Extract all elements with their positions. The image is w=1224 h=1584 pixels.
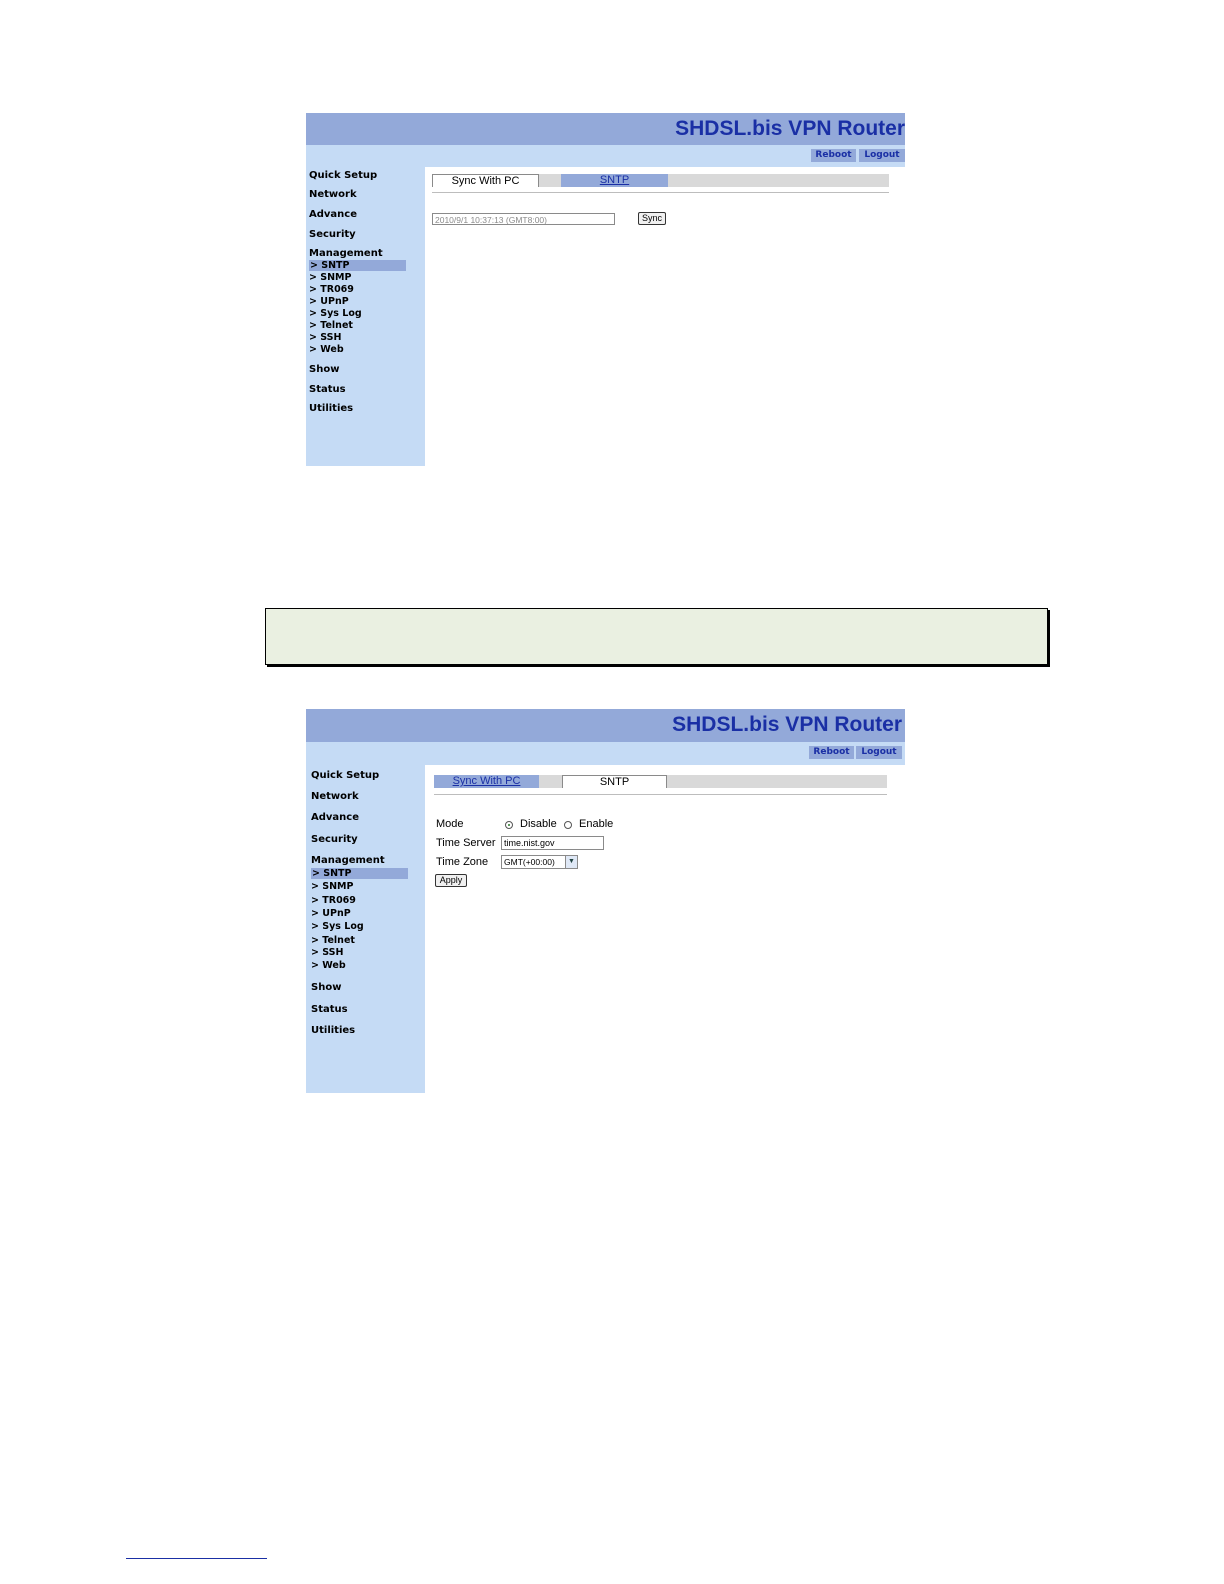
time-zone-select[interactable]: GMT(+00:00) ▼ (501, 855, 578, 869)
note-box (265, 608, 1048, 665)
tab-bar: Sync With PC SNTP (434, 775, 887, 788)
header-banner: SHDSL.bis VPN Router (306, 709, 905, 742)
reboot-button[interactable]: Reboot (809, 746, 854, 759)
sidebar: Quick Setup Network Advance Security Man… (306, 167, 425, 466)
nav-web[interactable]: > Web (311, 960, 346, 971)
nav-telnet[interactable]: > Telnet (309, 320, 353, 331)
reboot-button[interactable]: Reboot (811, 149, 856, 162)
mode-disable-label: Disable (520, 818, 557, 830)
sidebar: Quick Setup Network Advance Security Man… (306, 765, 425, 1093)
nav-ssh[interactable]: > SSH (311, 947, 343, 958)
nav-upnp[interactable]: > UPnP (311, 908, 351, 919)
screenshot-sync-with-pc: SHDSL.bis VPN Router Reboot Logout Quick… (306, 113, 905, 466)
time-zone-label: Time Zone (436, 856, 489, 868)
nav-tr069[interactable]: > TR069 (309, 284, 354, 295)
nav-advance[interactable]: Advance (309, 209, 357, 220)
tab-sync-with-pc[interactable]: Sync With PC (434, 775, 539, 788)
time-server-label: Time Server (436, 837, 496, 849)
nav-status[interactable]: Status (309, 384, 346, 395)
nav-sntp[interactable]: > SNTP (309, 260, 406, 271)
nav-ssh[interactable]: > SSH (309, 332, 341, 343)
screenshot-sntp: SHDSL.bis VPN Router Reboot Logout Quick… (306, 709, 905, 1093)
nav-status[interactable]: Status (311, 1004, 348, 1015)
time-zone-value: GMT(+00:00) (504, 857, 555, 867)
mode-label: Mode (436, 818, 464, 830)
router-title: SHDSL.bis VPN Router (672, 713, 902, 736)
nav-security[interactable]: Security (309, 229, 356, 240)
nav-upnp[interactable]: > UPnP (309, 296, 349, 307)
datetime-field[interactable]: 2010/9/1 10:37:13 (GMT8:00) (432, 213, 615, 225)
sync-button[interactable]: Sync (638, 212, 666, 225)
nav-sys-log[interactable]: > Sys Log (311, 921, 364, 932)
tab-sync-with-pc[interactable]: Sync With PC (432, 174, 539, 187)
nav-quick-setup[interactable]: Quick Setup (309, 170, 377, 181)
tab-sntp[interactable]: SNTP (561, 174, 668, 187)
nav-management[interactable]: Management (309, 248, 383, 259)
nav-telnet[interactable]: > Telnet (311, 935, 355, 946)
nav-advance[interactable]: Advance (311, 812, 359, 823)
mode-disable-radio[interactable] (505, 821, 513, 829)
nav-utilities[interactable]: Utilities (311, 1025, 355, 1036)
tab-bar: Sync With PC SNTP (432, 174, 889, 187)
logout-button[interactable]: Logout (859, 149, 905, 162)
nav-utilities[interactable]: Utilities (309, 403, 353, 414)
mode-enable-label: Enable (579, 818, 614, 830)
nav-web[interactable]: > Web (309, 344, 344, 355)
chevron-down-icon[interactable]: ▼ (565, 856, 577, 868)
tab-divider (434, 794, 887, 795)
nav-quick-setup[interactable]: Quick Setup (311, 770, 379, 781)
tab-divider (432, 192, 889, 193)
nav-management[interactable]: Management (311, 855, 385, 866)
nav-network[interactable]: Network (309, 189, 357, 200)
nav-sntp[interactable]: > SNTP (311, 868, 408, 879)
header-subbar: Reboot Logout (306, 145, 905, 167)
time-server-input[interactable]: time.nist.gov (501, 836, 604, 850)
header-subbar: Reboot Logout (306, 742, 905, 765)
nav-snmp[interactable]: > SNMP (309, 272, 351, 283)
header-banner: SHDSL.bis VPN Router (306, 113, 905, 145)
nav-show[interactable]: Show (309, 364, 339, 375)
router-title: SHDSL.bis VPN Router (675, 117, 905, 140)
nav-snmp[interactable]: > SNMP (311, 881, 353, 892)
nav-show[interactable]: Show (311, 982, 341, 993)
nav-tr069[interactable]: > TR069 (311, 895, 356, 906)
nav-sys-log[interactable]: > Sys Log (309, 308, 362, 319)
logout-button[interactable]: Logout (856, 746, 902, 759)
tab-sntp[interactable]: SNTP (562, 775, 667, 788)
apply-button[interactable]: Apply (435, 874, 467, 887)
mode-enable-radio[interactable] (564, 821, 572, 829)
nav-network[interactable]: Network (311, 791, 359, 802)
footnote-separator (126, 1558, 267, 1559)
nav-security[interactable]: Security (311, 834, 358, 845)
